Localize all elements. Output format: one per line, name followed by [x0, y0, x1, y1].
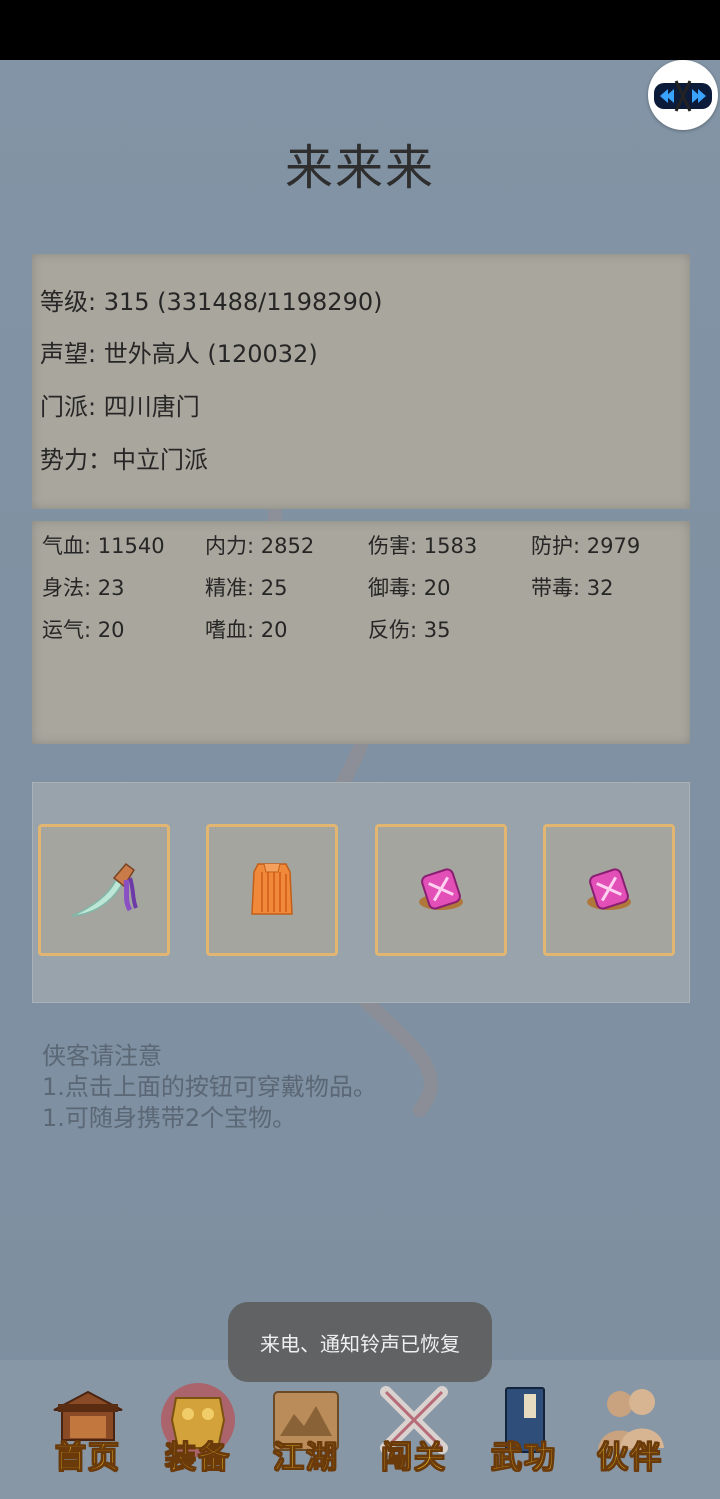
nav-partners[interactable]: 伙伴	[580, 1376, 680, 1488]
stat-reflect: 反伤: 35	[368, 618, 451, 642]
equipment-slot-treasure-1[interactable]	[375, 824, 507, 956]
nav-challenge-label: 闯关	[381, 1440, 447, 1477]
stat-luck: 运气: 20	[42, 618, 125, 642]
stat-poison: 带毒: 32	[531, 576, 614, 600]
nav-challenge[interactable]: 闯关	[364, 1376, 464, 1488]
stat-agility: 身法: 23	[42, 576, 125, 600]
nav-martial-arts-label: 武功	[491, 1440, 557, 1477]
stat-internal-force: 内力: 2852	[205, 534, 315, 558]
status-bar	[0, 0, 720, 60]
sect-text: 门派: 四川唐门	[40, 393, 200, 421]
stat-hp: 气血: 11540	[42, 534, 165, 558]
nav-equipment[interactable]: 装备	[148, 1376, 248, 1488]
orange-robe-icon	[251, 863, 293, 915]
dagger-icon	[71, 862, 138, 917]
stat-accuracy: 精准: 25	[205, 576, 288, 600]
toast-message: 来电、通知铃声已恢复	[228, 1302, 492, 1382]
nav-jianghu-label: 江湖	[273, 1440, 339, 1477]
media-control-icon	[654, 80, 712, 112]
level-text: 等级: 315 (331488/1198290)	[40, 288, 383, 316]
nav-partners-label: 伙伴	[597, 1440, 663, 1477]
equipment-panel	[32, 782, 690, 1003]
nav-home[interactable]: 首页	[38, 1376, 138, 1488]
character-info-panel: 等级: 315 (331488/1198290) 声望: 世外高人 (12003…	[32, 254, 690, 509]
stat-damage: 伤害: 1583	[368, 534, 478, 558]
equipment-slot-weapon[interactable]	[38, 824, 170, 956]
character-name: 来来来	[284, 140, 435, 196]
stat-defense: 防护: 2979	[531, 534, 641, 558]
faction-text: 势力：中立门派	[40, 446, 208, 474]
notice-line-2: 1.可随身携带2个宝物。	[42, 1104, 297, 1132]
nav-home-label: 首页	[55, 1440, 121, 1477]
stat-lifesteal: 嗜血: 20	[205, 618, 288, 642]
stat-poison-resist: 御毒: 20	[368, 576, 451, 600]
equipment-slot-treasure-2[interactable]	[543, 824, 675, 956]
nav-equipment-label: 装备	[165, 1440, 231, 1477]
equipment-slot-armor[interactable]	[206, 824, 338, 956]
attributes-panel: 气血: 11540 内力: 2852 伤害: 1583 防护: 2979 身法:…	[32, 521, 690, 744]
nav-martial-arts[interactable]: 武功	[474, 1376, 574, 1488]
notice-title: 侠客请注意	[42, 1042, 162, 1070]
floating-overlay-button[interactable]	[648, 60, 718, 130]
notice-line-1: 1.点击上面的按钮可穿戴物品。	[42, 1073, 377, 1101]
reputation-text: 声望: 世外高人 (120032)	[40, 340, 318, 368]
nav-jianghu[interactable]: 江湖	[256, 1376, 356, 1488]
pink-treasure-icon	[419, 868, 463, 910]
pink-treasure-icon	[587, 868, 631, 910]
